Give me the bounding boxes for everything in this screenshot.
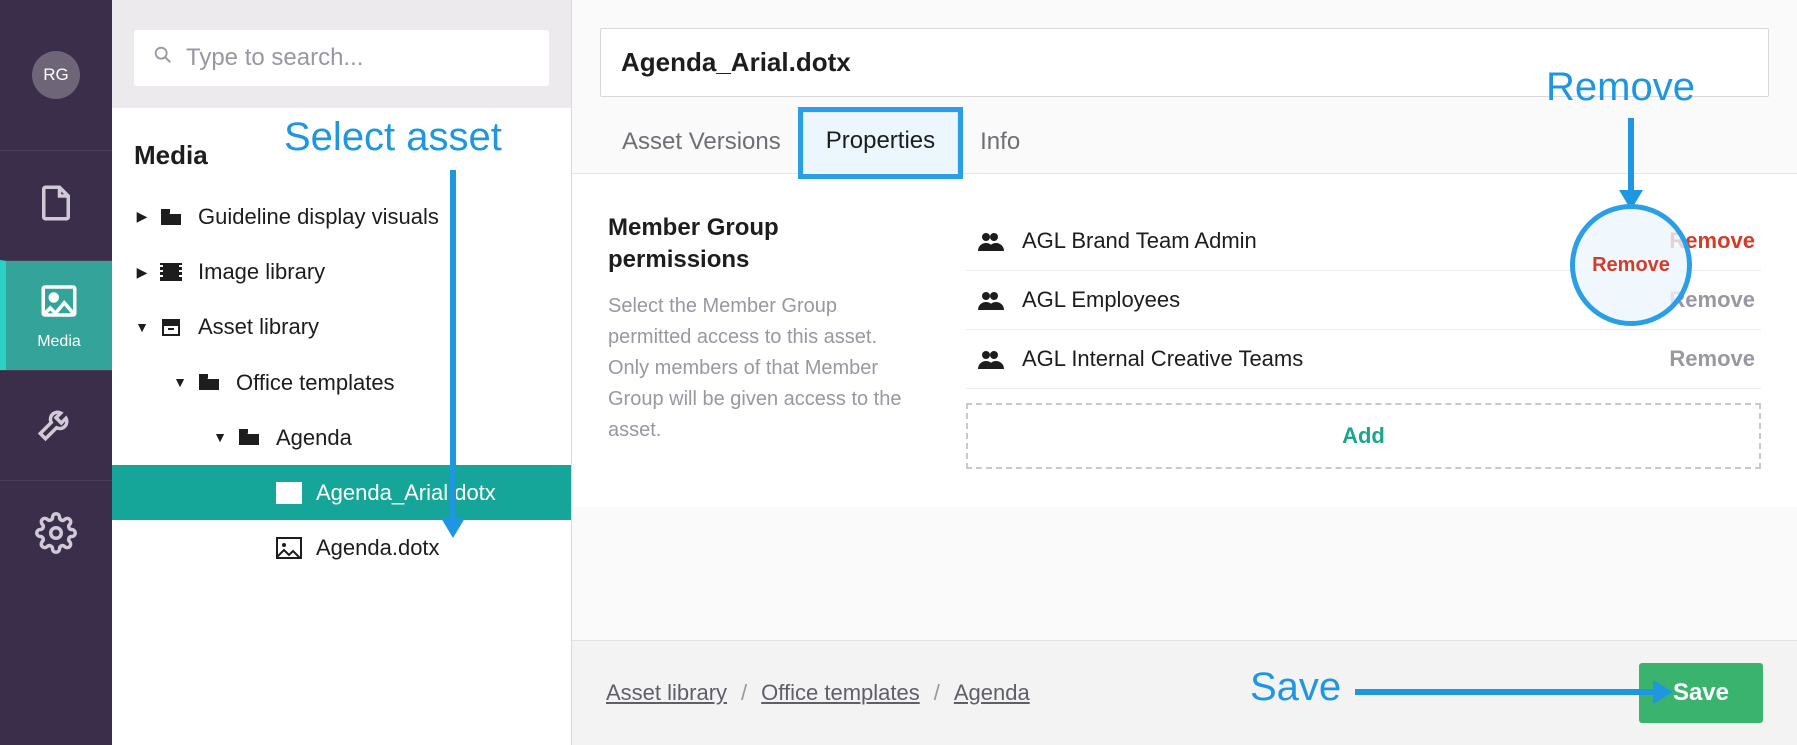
annotation-arrow	[450, 170, 456, 520]
annotation-arrow	[1355, 689, 1655, 695]
image-file-icon	[274, 482, 304, 504]
annotation-arrow-head	[441, 518, 465, 538]
folder-icon	[194, 372, 224, 392]
permissions-description: Select the Member Group permitted access…	[608, 291, 918, 446]
remove-permission-button[interactable]: Remove	[1669, 346, 1755, 372]
tab-info[interactable]: Info	[958, 114, 1042, 174]
nav-settings-tool[interactable]	[0, 370, 112, 480]
caret-right-icon: ▶	[134, 261, 150, 283]
permissions-title: Member Group permissions	[608, 212, 918, 277]
search-wrap: Type to search...	[112, 0, 571, 108]
nav-media-label: Media	[37, 333, 81, 351]
tree-content: Media ▶ Guideline display visuals ▶ Imag…	[112, 108, 571, 745]
image-icon	[38, 280, 80, 327]
side-nav: RG Media	[0, 0, 112, 745]
group-icon	[972, 231, 1008, 251]
tree-item-asset-library[interactable]: ▼ Asset library	[112, 299, 571, 354]
tree-item-label: Asset library	[198, 309, 319, 344]
breadcrumb-separator: /	[741, 680, 747, 706]
search-placeholder: Type to search...	[186, 44, 363, 72]
tree-item-agenda-dotx[interactable]: Agenda.dotx	[112, 520, 571, 575]
tree-panel: Type to search... Media ▶ Guideline disp…	[112, 0, 572, 745]
tree-item-label: Image library	[198, 254, 325, 289]
tree-item-label: Guideline display visuals	[198, 199, 439, 234]
avatar-wrap: RG	[0, 0, 112, 150]
caret-down-icon: ▼	[212, 426, 228, 448]
permission-group-name: AGL Internal Creative Teams	[1022, 346, 1669, 372]
page-icon	[35, 182, 77, 229]
tab-asset-versions[interactable]: Asset Versions	[600, 114, 803, 174]
nav-content[interactable]	[0, 150, 112, 260]
gear-icon	[35, 512, 77, 559]
tree-item-guideline[interactable]: ▶ Guideline display visuals	[112, 189, 571, 244]
tree-item-agenda-arial[interactable]: Agenda_Arial.dotx	[112, 465, 571, 520]
nav-settings[interactable]	[0, 480, 112, 590]
search-input[interactable]: Type to search...	[134, 30, 549, 86]
main-panel: Agenda_Arial.dotx Asset Versions Propert…	[572, 0, 1797, 745]
image-file-icon	[274, 537, 304, 559]
tree-item-label: Agenda	[276, 420, 352, 455]
group-icon	[972, 290, 1008, 310]
wrench-icon	[35, 402, 77, 449]
tree-heading: Media	[112, 116, 571, 189]
tree-item-office-templates[interactable]: ▼ Office templates	[112, 355, 571, 410]
caret-down-icon: ▼	[134, 316, 150, 338]
tree-item-label: Agenda_Arial.dotx	[316, 475, 496, 510]
breadcrumb-link[interactable]: Office templates	[761, 680, 920, 706]
tabs: Asset Versions Properties Info	[572, 97, 1797, 174]
permission-row: AGL Internal Creative Teams Remove	[966, 330, 1761, 389]
annotation-arrow	[1628, 118, 1634, 192]
avatar[interactable]: RG	[32, 51, 80, 99]
caret-right-icon: ▶	[134, 205, 150, 227]
add-permission-button[interactable]: Add	[966, 403, 1761, 469]
breadcrumb-link[interactable]: Asset library	[606, 680, 727, 706]
folder-icon	[156, 207, 186, 227]
tree-item-label: Office templates	[236, 365, 395, 400]
breadcrumb-separator: /	[934, 680, 940, 706]
annotation-arrow-head	[1653, 680, 1673, 704]
film-icon	[156, 261, 186, 283]
breadcrumb: Asset library / Office templates / Agend…	[606, 680, 1030, 706]
nav-media[interactable]: Media	[0, 260, 112, 370]
search-icon	[152, 44, 186, 73]
group-icon	[972, 349, 1008, 369]
tree-item-agenda-folder[interactable]: ▼ Agenda	[112, 410, 571, 465]
tree-item-image-library[interactable]: ▶ Image library	[112, 244, 571, 299]
tab-properties[interactable]: Properties	[803, 112, 958, 174]
tree-item-label: Agenda.dotx	[316, 530, 440, 565]
folder-icon	[234, 427, 264, 447]
permission-group-name: AGL Employees	[1022, 287, 1669, 313]
archive-icon	[156, 316, 186, 338]
caret-down-icon: ▼	[172, 371, 188, 393]
asset-title-input[interactable]: Agenda_Arial.dotx	[600, 28, 1769, 97]
breadcrumb-link[interactable]: Agenda	[954, 680, 1030, 706]
annotation-remove-ring: Remove	[1570, 204, 1692, 326]
